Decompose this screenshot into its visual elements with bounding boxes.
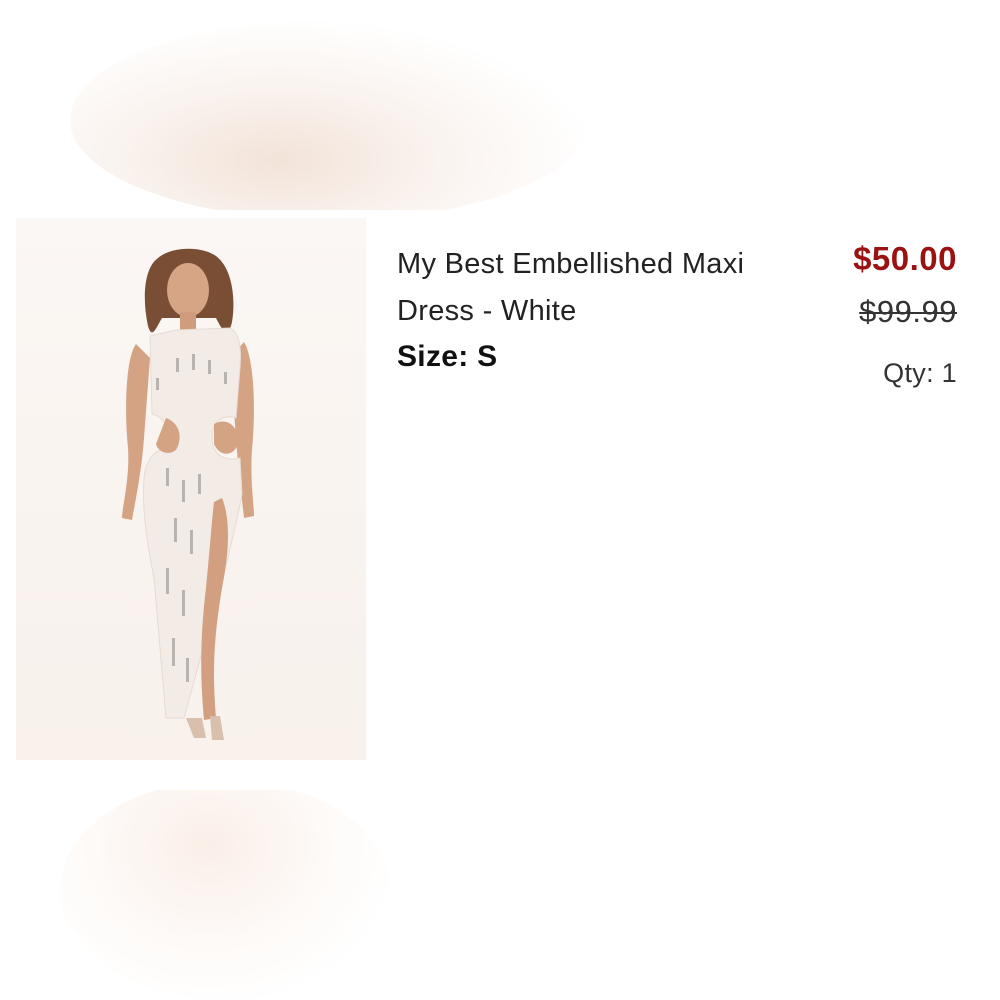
quantity-label: Qty: 1 xyxy=(883,358,957,388)
product-image[interactable] xyxy=(16,218,366,760)
product-photo-illustration xyxy=(122,248,254,740)
product-title[interactable]: My Best Embellished Maxi Dress - White xyxy=(397,241,757,335)
product-size: Size: S xyxy=(397,340,498,373)
background-blur-top xyxy=(70,20,590,220)
sale-price: $50.00 xyxy=(853,240,957,277)
original-price: $99.99 xyxy=(859,294,957,329)
page: My Best Embellished Maxi Dress - White S… xyxy=(0,0,1000,1000)
background-blur-bottom xyxy=(60,780,390,1000)
